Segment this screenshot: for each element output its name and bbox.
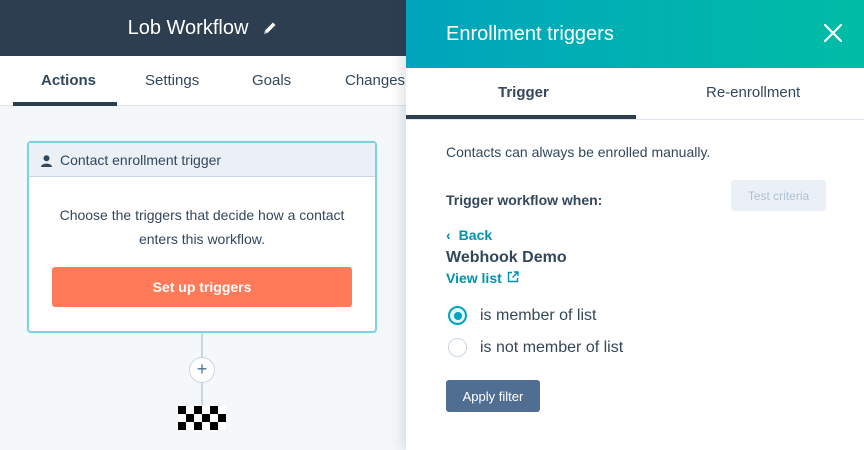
chevron-left-icon: ‹: [446, 227, 451, 243]
enrollment-triggers-panel: Enrollment triggers Trigger Re-enrollmen…: [406, 0, 864, 450]
person-icon: [41, 154, 52, 167]
close-icon[interactable]: [823, 23, 843, 43]
card-header: Contact enrollment trigger: [29, 143, 375, 177]
back-link[interactable]: ‹ Back: [446, 227, 492, 243]
active-tab-indicator: [13, 102, 117, 106]
active-panel-tab-indicator: [406, 115, 636, 119]
tab-actions[interactable]: Actions: [41, 72, 96, 89]
add-action-button[interactable]: +: [189, 357, 215, 383]
external-link-icon: [507, 270, 519, 286]
panel-title: Enrollment triggers: [446, 22, 614, 45]
list-name: Webhook Demo: [446, 249, 567, 266]
workflow-title[interactable]: Lob Workflow: [128, 17, 249, 40]
tab-trigger[interactable]: Trigger: [498, 84, 549, 101]
card-header-label: Contact enrollment trigger: [60, 151, 222, 168]
tab-re-enrollment[interactable]: Re-enrollment: [706, 84, 800, 101]
set-up-triggers-button[interactable]: Set up triggers: [52, 267, 352, 307]
radio-label: is member of list: [480, 306, 597, 324]
view-list-link[interactable]: View list: [446, 270, 519, 286]
radio-is-not-member[interactable]: is not member of list: [448, 338, 623, 357]
panel-header: Enrollment triggers: [406, 0, 864, 68]
manual-enrollment-note: Contacts can always be enrolled manually…: [446, 144, 711, 160]
radio-button-unchecked[interactable]: [448, 338, 467, 357]
workflow-editor: Lob Workflow Actions Settings Goals Chan…: [0, 0, 406, 450]
workflow-tabs: Actions Settings Goals Changes: [0, 56, 406, 106]
enrollment-trigger-card[interactable]: Contact enrollment trigger Choose the tr…: [27, 141, 377, 333]
trigger-when-label: Trigger workflow when:: [446, 192, 603, 208]
view-list-label: View list: [446, 270, 502, 286]
pencil-icon[interactable]: [262, 20, 278, 36]
panel-tabs: Trigger Re-enrollment: [406, 68, 864, 120]
radio-button-checked[interactable]: [448, 306, 467, 325]
tab-settings[interactable]: Settings: [145, 72, 199, 89]
tab-goals[interactable]: Goals: [252, 72, 291, 89]
apply-filter-button[interactable]: Apply filter: [446, 380, 540, 412]
card-description: Choose the triggers that decide how a co…: [59, 207, 345, 247]
workflow-header: Lob Workflow: [0, 0, 406, 56]
radio-is-member[interactable]: is member of list: [448, 306, 596, 325]
checkered-flag-icon: [178, 406, 226, 430]
test-criteria-button[interactable]: Test criteria: [731, 180, 826, 211]
tab-changes[interactable]: Changes: [345, 72, 405, 89]
radio-label: is not member of list: [480, 338, 624, 356]
back-label: Back: [458, 227, 493, 243]
